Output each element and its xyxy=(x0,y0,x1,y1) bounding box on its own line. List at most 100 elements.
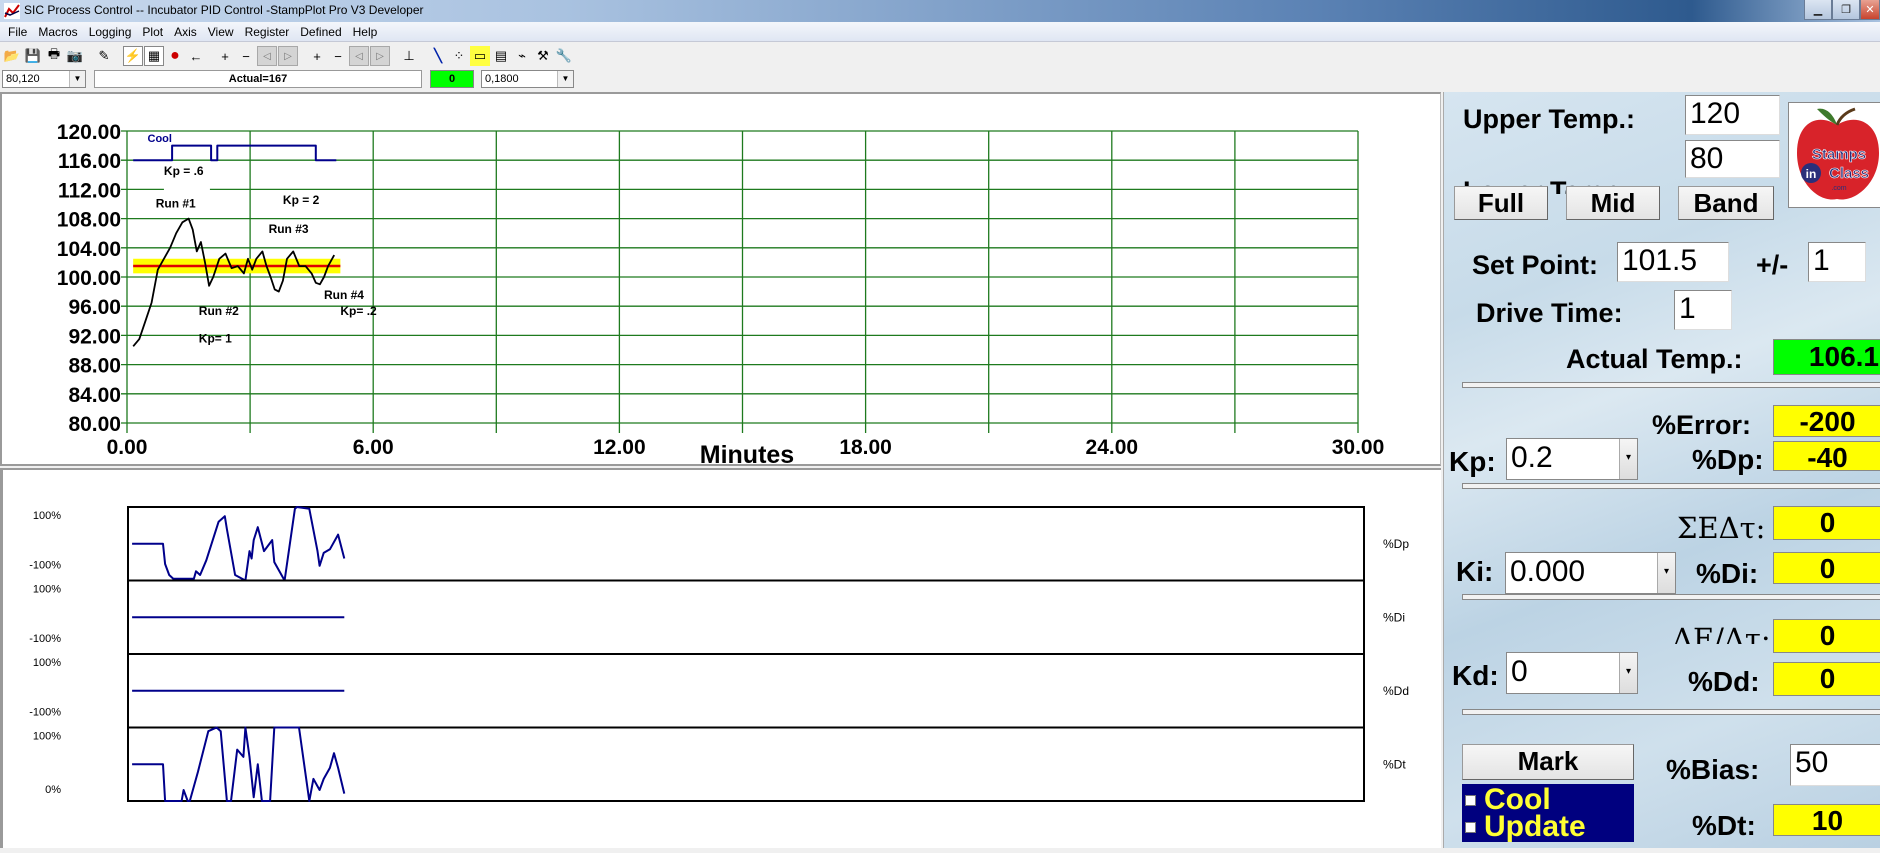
x-range-value: 0,1800 xyxy=(485,73,519,85)
error-label: %Error: xyxy=(1652,410,1752,440)
tools-button[interactable]: ⚒ xyxy=(533,46,553,66)
plot-window-button[interactable]: ▦ xyxy=(144,46,164,66)
shift-down-y-button[interactable]: ◁ xyxy=(349,46,369,66)
x-tick-label: 30.00 xyxy=(1332,436,1385,459)
upper-temp-field[interactable]: 120 xyxy=(1685,95,1780,135)
menu-bar: File Macros Logging Plot Axis View Regis… xyxy=(0,22,1880,42)
points-button[interactable]: ⁘ xyxy=(449,46,469,66)
tolerance-field[interactable]: 1 xyxy=(1808,242,1866,282)
control-panel: Upper Temp.: 120 Lower Temp.: 80 Stamps … xyxy=(1443,92,1880,848)
menu-view[interactable]: View xyxy=(204,25,241,39)
wand-button[interactable]: ✎ xyxy=(94,46,114,66)
ki-dropdown[interactable]: 0.000 ▾ xyxy=(1505,552,1676,594)
back-arrow-button[interactable]: ← xyxy=(186,46,206,66)
upper-temp-label: Upper Temp.: xyxy=(1463,104,1636,134)
annotation: Run #2 xyxy=(199,304,239,318)
menu-defined[interactable]: Defined xyxy=(296,25,348,39)
chevron-down-icon[interactable]: ▾ xyxy=(1657,553,1675,593)
clipboard-button[interactable]: ▤ xyxy=(491,46,511,66)
band-button[interactable]: Band xyxy=(1678,186,1774,220)
shift-left-x-button[interactable]: ◁ xyxy=(257,46,277,66)
menu-macros[interactable]: Macros xyxy=(34,25,84,39)
y-tick-label: 116.00 xyxy=(58,150,121,173)
y-tick-label: 84.00 xyxy=(68,384,121,407)
pen-button[interactable]: ╲ xyxy=(428,46,448,66)
di-label: %Di: xyxy=(1696,558,1759,589)
annotation: Kp = .6 xyxy=(164,164,204,178)
mid-button[interactable]: Mid xyxy=(1566,186,1660,220)
kp-dropdown[interactable]: 0.2 ▾ xyxy=(1506,438,1638,480)
camera-button[interactable]: 📷 xyxy=(65,46,85,66)
separator xyxy=(1462,594,1880,600)
menu-axis[interactable]: Axis xyxy=(170,25,204,39)
kd-label: Kd: xyxy=(1452,660,1499,691)
dd-value: 0 xyxy=(1773,662,1880,696)
shift-down-y-icon: ◁ xyxy=(355,50,363,62)
cool-checkbox[interactable] xyxy=(1465,794,1476,806)
zoom-in-y-button[interactable]: + xyxy=(307,46,327,66)
ki-label: Ki: xyxy=(1456,556,1494,587)
kd-value: 0 xyxy=(1511,655,1528,688)
drive-strip-chart-svg: 100% -100% %Dp 100% -100% %Di 100% -100% %Dd 100%… xyxy=(29,506,1409,802)
probe-button[interactable]: ⌁ xyxy=(512,46,532,66)
set-point-field[interactable]: 101.5 xyxy=(1617,242,1729,282)
y-tick-label: 80.00 xyxy=(68,413,121,436)
strip-name-label: %Di xyxy=(1383,610,1405,624)
x-axis-label: Minutes xyxy=(700,441,794,464)
plus-minus-label: +/- xyxy=(1756,250,1789,280)
stop-button[interactable]: ● xyxy=(165,46,185,66)
open-button[interactable]: 📂 xyxy=(2,46,22,66)
update-checkbox[interactable] xyxy=(1465,821,1476,833)
print-button[interactable]: 🖶 xyxy=(44,46,64,66)
zoom-out-x-button[interactable]: − xyxy=(236,46,256,66)
full-button[interactable]: Full xyxy=(1454,186,1548,220)
zoom-out-y-button[interactable]: − xyxy=(328,46,348,66)
svg-text:.com: .com xyxy=(1831,185,1846,192)
update-option[interactable]: Update xyxy=(1462,812,1586,842)
connect-icon: ⚡ xyxy=(124,48,142,63)
y-range-combo[interactable]: 80,120 ▼ xyxy=(2,70,86,88)
svg-text:Class: Class xyxy=(1829,165,1869,182)
chevron-down-icon[interactable]: ▼ xyxy=(557,71,573,87)
connect-button[interactable]: ⚡ xyxy=(123,46,143,66)
separator xyxy=(1462,483,1880,489)
drive-time-label: Drive Time: xyxy=(1476,298,1623,328)
shift-up-y-button[interactable]: ▷ xyxy=(370,46,390,66)
x-tick-label: 24.00 xyxy=(1086,436,1139,459)
zoom-in-x-button[interactable]: + xyxy=(215,46,235,66)
lower-temp-field[interactable]: 80 xyxy=(1685,140,1780,178)
menu-help[interactable]: Help xyxy=(349,25,385,39)
restore-button[interactable]: ❐ xyxy=(1832,0,1860,20)
zoom-out-x-icon: − xyxy=(242,48,250,64)
strip-top-label: 100% xyxy=(33,657,61,669)
integral-sum-label: ΣEΔτ: xyxy=(1677,511,1766,545)
drive-time-field[interactable]: 1 xyxy=(1674,290,1732,330)
kp-label: Kp: xyxy=(1449,446,1496,477)
chevron-down-icon[interactable]: ▾ xyxy=(1619,439,1637,479)
axis-button[interactable]: ⊥ xyxy=(399,46,419,66)
title-bar: SIC Process Control -- Incubator PID Con… xyxy=(0,0,1880,22)
bias-field[interactable]: 50 xyxy=(1790,744,1880,786)
note-button[interactable]: ▭ xyxy=(470,46,490,66)
minimize-button[interactable]: ▁ xyxy=(1804,0,1832,20)
menu-file[interactable]: File xyxy=(4,25,34,39)
x-tick-label: 0.00 xyxy=(107,436,148,459)
close-button[interactable]: ✕ xyxy=(1860,0,1880,20)
stamps-in-class-logo: Stamps in Class .com xyxy=(1788,102,1880,208)
wrench-button[interactable]: 🔧 xyxy=(554,46,574,66)
x-range-combo[interactable]: 0,1800 ▼ xyxy=(481,70,574,88)
mark-button[interactable]: Mark xyxy=(1462,744,1634,780)
clipboard-icon: ▤ xyxy=(494,48,508,63)
chevron-down-icon[interactable]: ▾ xyxy=(1619,653,1637,693)
save-button[interactable]: 💾 xyxy=(23,46,43,66)
probe-icon: ⌁ xyxy=(518,48,526,63)
kd-dropdown[interactable]: 0 ▾ xyxy=(1506,652,1638,694)
chevron-down-icon[interactable]: ▼ xyxy=(69,71,85,87)
y-tick-label: 92.00 xyxy=(68,325,121,348)
menu-logging[interactable]: Logging xyxy=(85,25,139,39)
menu-plot[interactable]: Plot xyxy=(138,25,170,39)
shift-right-x-button[interactable]: ▷ xyxy=(278,46,298,66)
ki-value: 0.000 xyxy=(1510,555,1586,588)
menu-register[interactable]: Register xyxy=(241,25,297,39)
wand-icon: ✎ xyxy=(98,48,110,63)
